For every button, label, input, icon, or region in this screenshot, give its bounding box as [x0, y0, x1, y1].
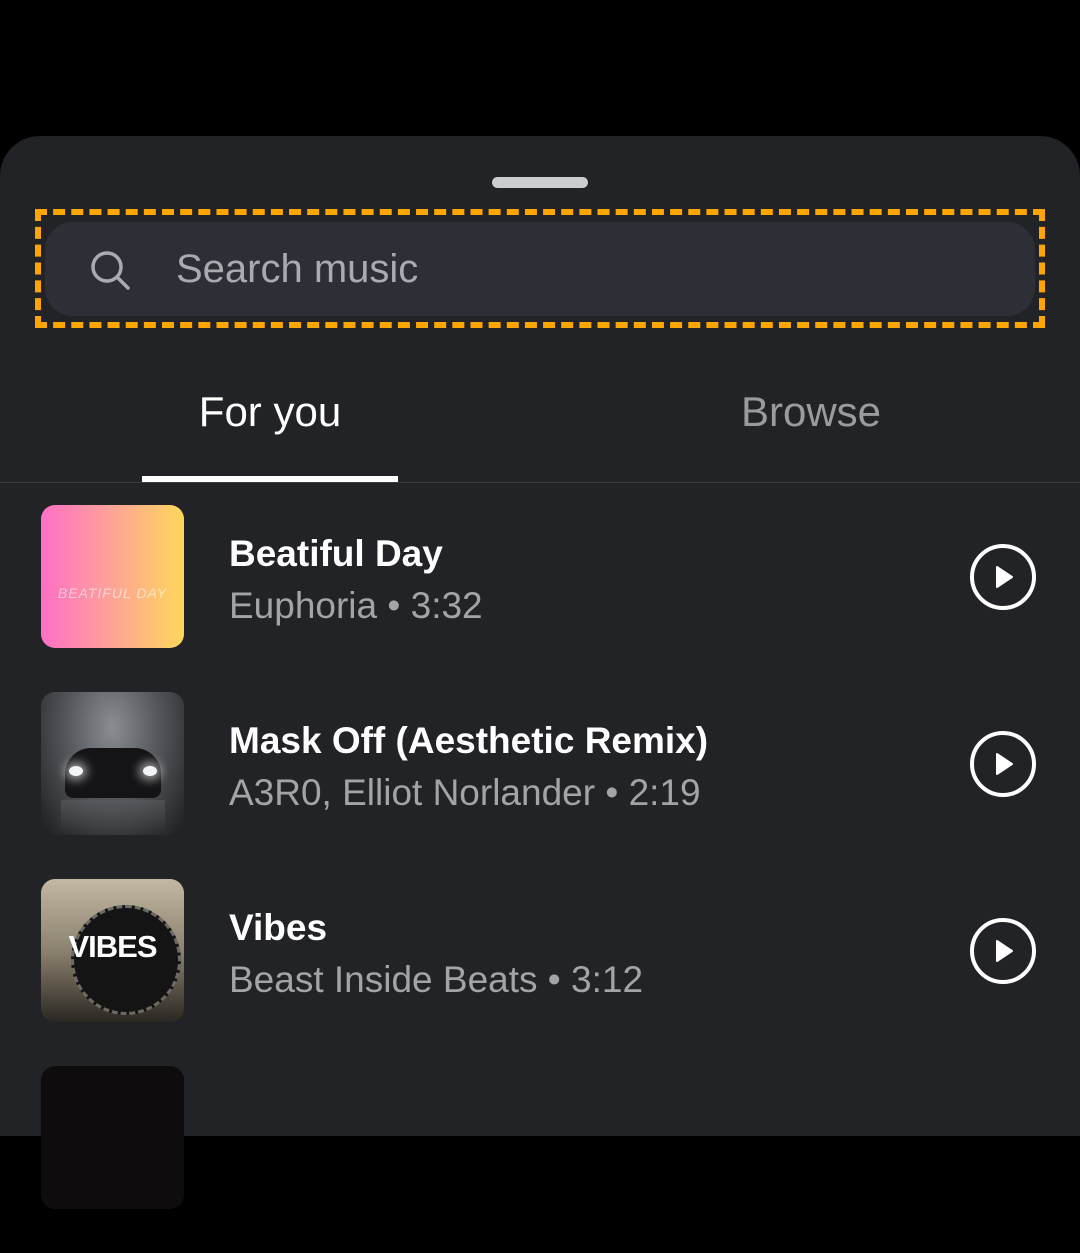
- album-cover: BEATIFUL DAY: [41, 505, 184, 648]
- play-button[interactable]: [970, 731, 1036, 797]
- tab-divider: [0, 482, 1080, 483]
- play-icon: [996, 753, 1013, 775]
- tab-for-you[interactable]: For you: [142, 388, 398, 448]
- album-cover: [41, 1066, 184, 1209]
- track-row[interactable]: [0, 1066, 1080, 1253]
- cover-text: VIBES: [68, 929, 157, 964]
- track-title: Beatiful Day: [229, 533, 443, 574]
- play-button[interactable]: [970, 918, 1036, 984]
- car-reflection: [61, 800, 165, 835]
- track-title: Mask Off (Aesthetic Remix): [229, 720, 709, 761]
- track-row[interactable]: Mask Off (Aesthetic Remix) A3R0, Elliot …: [0, 692, 1080, 879]
- album-cover: VIBES: [41, 879, 184, 1022]
- tab-browse[interactable]: Browse: [682, 388, 940, 448]
- track-row[interactable]: BEATIFUL DAY Beatiful Day Euphoria • 3:3…: [0, 505, 1080, 692]
- car-headlight: [69, 766, 83, 776]
- search-focus-highlight: [35, 209, 1045, 328]
- car-headlight: [143, 766, 157, 776]
- track-subtitle: Beast Inside Beats • 3:12: [229, 959, 644, 1000]
- track-subtitle: A3R0, Elliot Norlander • 2:19: [229, 772, 701, 813]
- track-row[interactable]: VIBES Vibes Beast Inside Beats • 3:12: [0, 879, 1080, 1066]
- play-button[interactable]: [970, 544, 1036, 610]
- play-icon: [996, 940, 1013, 962]
- album-cover: [41, 692, 184, 835]
- track-title: Vibes: [229, 907, 328, 948]
- cover-text: BEATIFUL DAY: [57, 585, 168, 601]
- track-subtitle: Euphoria • 3:32: [229, 585, 483, 626]
- play-icon: [996, 566, 1013, 588]
- drag-handle[interactable]: [492, 177, 588, 188]
